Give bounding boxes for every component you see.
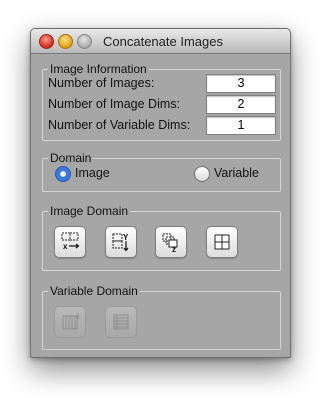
image-radio-label: Image <box>75 166 110 180</box>
concat-tile-button[interactable] <box>206 226 238 258</box>
svg-text:Y: Y <box>123 233 129 242</box>
image-domain-legend: Image Domain <box>48 204 131 218</box>
concat-tile-icon <box>214 234 230 250</box>
minimize-button[interactable] <box>58 34 73 49</box>
concat-z-icon: z <box>162 233 178 253</box>
image-dims-label: Number of Image Dims: <box>48 97 180 111</box>
concat-x-button[interactable]: x <box>54 226 86 258</box>
svg-text:z: z <box>172 245 176 253</box>
domain-option-variable[interactable]: Variable <box>194 166 274 182</box>
svg-text:x: x <box>63 242 68 251</box>
image-radio[interactable] <box>55 166 71 182</box>
variable-radio[interactable] <box>194 166 210 182</box>
concatenate-images-window: Concatenate Images Image Information Num… <box>30 28 291 358</box>
domain-legend: Domain <box>48 151 94 165</box>
variable-dims-field[interactable]: 1 <box>206 116 276 135</box>
concat-variable-columns-button[interactable] <box>54 306 86 338</box>
images-count-label: Number of Images: <box>48 76 155 90</box>
info-row-variable-dims: Number of Variable Dims: 1 <box>48 116 276 135</box>
concat-y-button[interactable]: Y <box>105 226 137 258</box>
variable-dims-label: Number of Variable Dims: <box>48 118 191 132</box>
window-title: Concatenate Images <box>103 34 223 49</box>
title-bar[interactable]: Concatenate Images <box>31 29 290 54</box>
concat-y-icon: Y <box>112 233 129 252</box>
concat-x-icon: x <box>61 232 80 251</box>
image-domain-group: Image Domain x Y z <box>42 204 281 271</box>
concat-variable-rows-icon <box>113 314 129 330</box>
close-button[interactable] <box>39 34 54 49</box>
image-information-group: Image Information Number of Images: 3 Nu… <box>42 62 281 141</box>
image-dims-field[interactable]: 2 <box>206 95 276 114</box>
concat-z-button[interactable]: z <box>155 226 187 258</box>
variable-domain-group: Variable Domain <box>42 284 281 350</box>
info-row-image-dims: Number of Image Dims: 2 <box>48 95 276 114</box>
concat-variable-columns-icon <box>62 313 79 330</box>
variable-domain-legend: Variable Domain <box>48 284 140 298</box>
concat-variable-rows-button[interactable] <box>105 306 137 338</box>
images-count-field[interactable]: 3 <box>206 74 276 93</box>
domain-group: Domain Image Variable <box>42 151 281 192</box>
domain-option-image[interactable]: Image <box>55 166 125 182</box>
zoom-button[interactable] <box>77 34 92 49</box>
info-row-images: Number of Images: 3 <box>48 74 276 93</box>
variable-radio-label: Variable <box>214 166 259 180</box>
